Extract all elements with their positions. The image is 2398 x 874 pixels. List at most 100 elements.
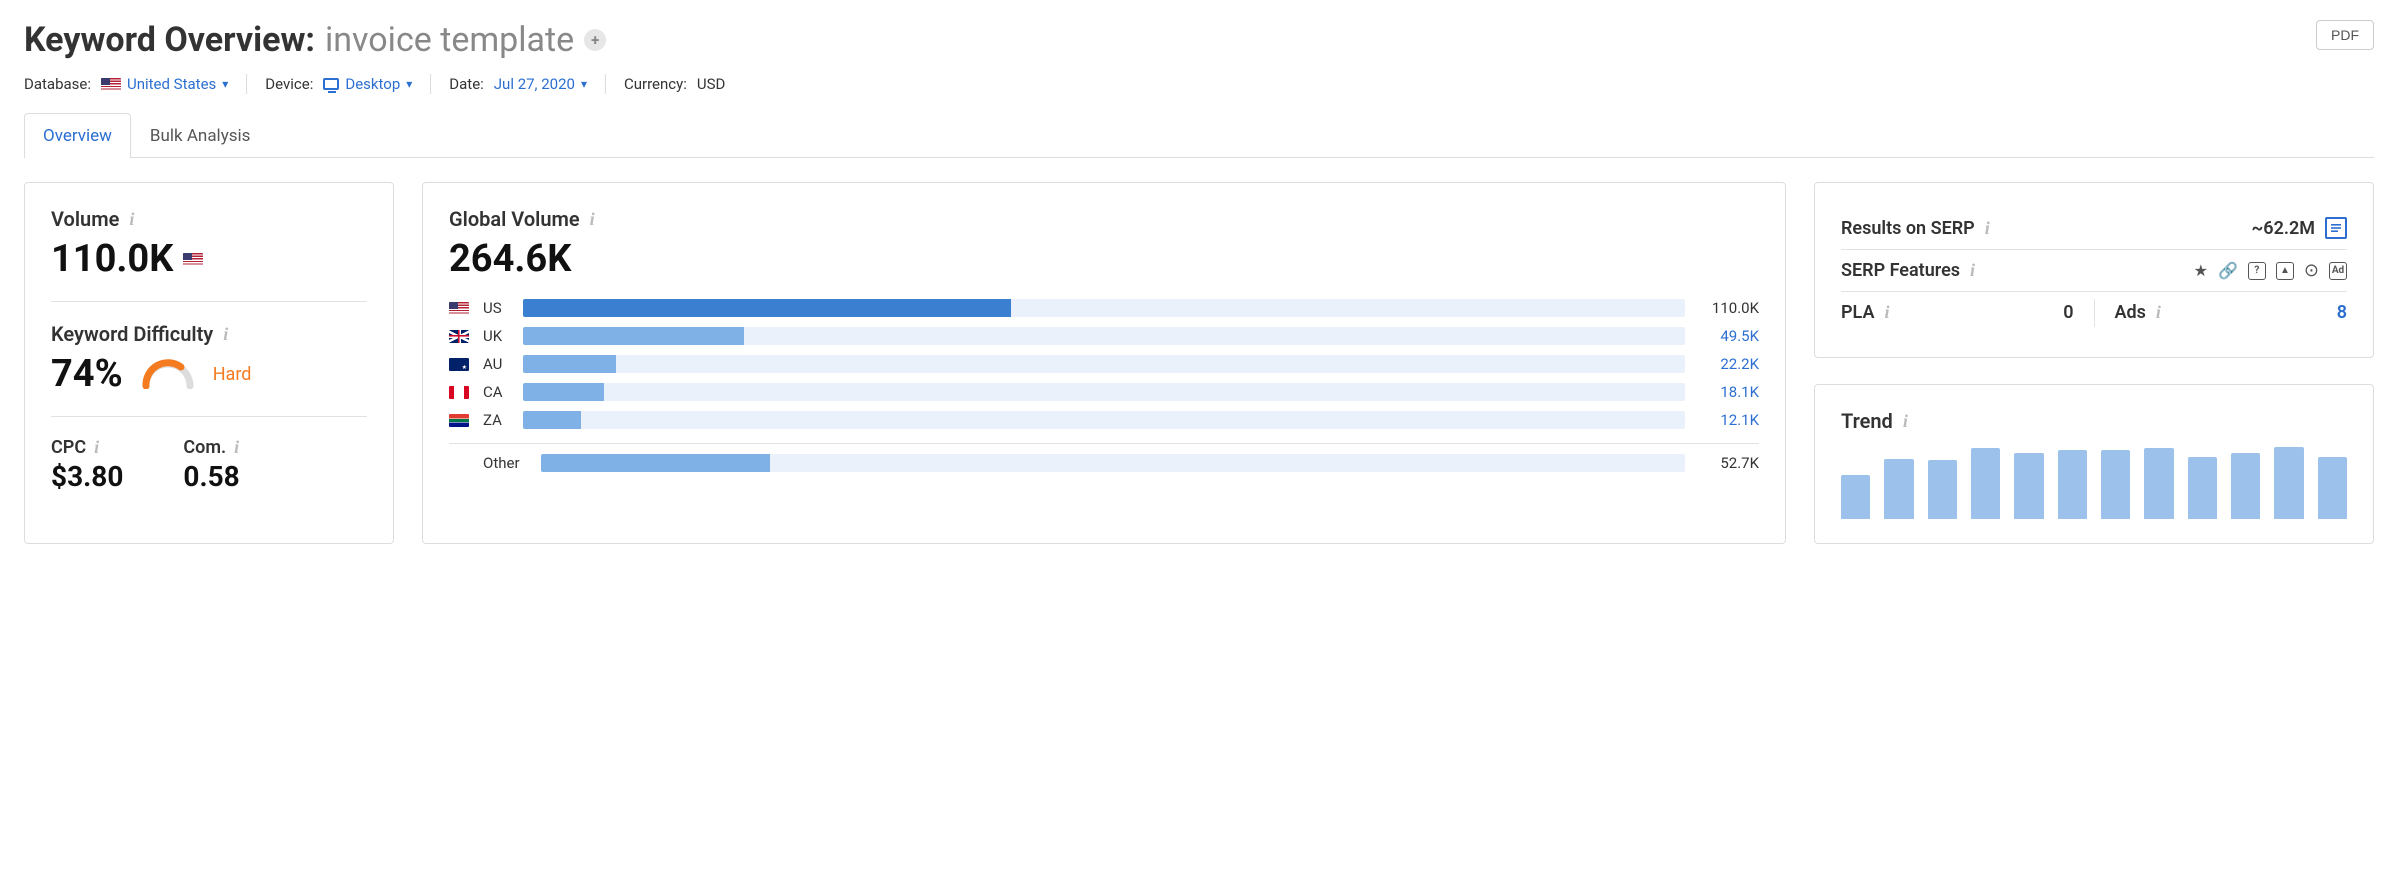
info-icon[interactable]: i	[590, 209, 595, 230]
results-on-serp-value: ~62.2M	[2251, 218, 2315, 239]
ad-icon[interactable]: Ad	[2329, 262, 2347, 280]
global-volume-other-value: 52.7K	[1699, 454, 1759, 472]
info-icon[interactable]: i	[234, 437, 239, 458]
au-flag-icon	[449, 358, 469, 371]
info-icon[interactable]: i	[2156, 302, 2161, 323]
trend-bar	[2101, 450, 2130, 519]
trend-bar	[1928, 460, 1957, 519]
trend-bar	[2144, 448, 2173, 519]
keyword-difficulty-label: Hard	[213, 364, 252, 385]
trend-bar	[1971, 448, 2000, 519]
date-label: Date:	[449, 75, 484, 93]
star-icon[interactable]: ★	[2194, 261, 2208, 280]
trend-chart	[1841, 447, 2347, 519]
volume-card: Volume i 110.0K Keyword Difficulty i 74%…	[24, 182, 394, 544]
keyword-difficulty-title: Keyword Difficulty	[51, 322, 213, 346]
image-icon[interactable]: ▲	[2276, 262, 2294, 280]
country-code: ZA	[483, 411, 509, 429]
chevron-down-icon: ▾	[581, 77, 587, 91]
global-volume-row[interactable]: UK 49.5K	[449, 327, 1759, 345]
us-flag-icon	[183, 253, 203, 266]
pla-value: 0	[2063, 302, 2073, 323]
info-icon[interactable]: i	[1985, 218, 1990, 239]
trend-bar	[2274, 447, 2303, 519]
cpc-value: $3.80	[51, 460, 123, 493]
us-flag-icon	[101, 78, 121, 91]
global-volume-card: Global Volume i 264.6K US 110.0K UK 49.5K AU…	[422, 182, 1786, 544]
video-icon[interactable]: ⊙	[2304, 260, 2319, 281]
results-on-serp-label: Results on SERP	[1841, 218, 1975, 239]
info-icon[interactable]: i	[1884, 302, 1889, 323]
country-volume-value: 49.5K	[1699, 327, 1759, 345]
serp-snapshot-icon[interactable]	[2325, 217, 2347, 239]
ads-value[interactable]: 8	[2337, 302, 2347, 323]
ca-flag-icon	[449, 386, 469, 399]
currency-label: Currency:	[624, 75, 687, 93]
device-selector[interactable]: Desktop ▾	[323, 75, 412, 93]
tab-bar: Overview Bulk Analysis	[24, 112, 2374, 158]
gauge-icon	[141, 359, 195, 389]
pla-label: PLA	[1841, 302, 1874, 323]
date-selector[interactable]: Jul 27, 2020 ▾	[494, 75, 587, 93]
trend-bar	[1884, 459, 1913, 519]
tab-bulk-analysis[interactable]: Bulk Analysis	[131, 113, 270, 158]
global-volume-row[interactable]: US 110.0K	[449, 299, 1759, 317]
country-volume-value: 110.0K	[1699, 299, 1759, 317]
question-icon[interactable]: ?	[2248, 262, 2266, 280]
volume-title: Volume	[51, 207, 119, 231]
trend-bar	[2188, 457, 2217, 519]
info-icon[interactable]: i	[223, 324, 228, 345]
global-volume-row[interactable]: AU 22.2K	[449, 355, 1759, 373]
device-label: Device:	[265, 75, 313, 93]
page-title-prefix: Keyword Overview:	[24, 20, 315, 60]
country-volume-value: 22.2K	[1699, 355, 1759, 373]
info-icon[interactable]: i	[1903, 411, 1908, 432]
global-volume-title: Global Volume	[449, 207, 580, 231]
country-code: UK	[483, 327, 509, 345]
filter-bar: Database: United States ▾ Device: Deskto…	[24, 74, 725, 94]
trend-bar	[2014, 453, 2043, 519]
serp-features-label: SERP Features	[1841, 260, 1960, 281]
trend-bar	[2231, 453, 2260, 519]
info-icon[interactable]: i	[1970, 260, 1975, 281]
global-volume-bar	[523, 411, 1685, 429]
chevron-down-icon: ▾	[222, 77, 228, 91]
info-icon[interactable]: i	[129, 209, 134, 230]
database-selector[interactable]: United States ▾	[101, 75, 228, 93]
global-volume-bar	[523, 383, 1685, 401]
global-volume-other-label: Other	[483, 454, 527, 472]
cpc-title: CPC	[51, 437, 86, 458]
desktop-icon	[323, 78, 339, 90]
com-title: Com.	[183, 437, 226, 458]
global-volume-value: 264.6K	[449, 237, 571, 281]
global-volume-row[interactable]: CA 18.1K	[449, 383, 1759, 401]
pdf-export-button[interactable]: PDF	[2316, 20, 2374, 50]
global-volume-bar	[523, 355, 1685, 373]
ads-label: Ads	[2115, 302, 2146, 323]
link-icon[interactable]: 🔗	[2218, 261, 2238, 280]
trend-bar	[1841, 475, 1870, 519]
chevron-down-icon: ▾	[406, 77, 412, 91]
trend-title: Trend	[1841, 409, 1893, 433]
info-icon[interactable]: i	[94, 437, 99, 458]
page-title-keyword: invoice template	[325, 20, 574, 60]
country-code: AU	[483, 355, 509, 373]
add-keyword-button[interactable]: +	[584, 29, 606, 51]
za-flag-icon	[449, 414, 469, 427]
trend-bar	[2058, 450, 2087, 519]
trend-card: Trend i	[1814, 384, 2374, 544]
us-flag-icon	[449, 302, 469, 315]
uk-flag-icon	[449, 330, 469, 343]
country-code: US	[483, 299, 509, 317]
country-volume-value: 18.1K	[1699, 383, 1759, 401]
tab-overview[interactable]: Overview	[24, 113, 131, 158]
global-volume-bar	[523, 327, 1685, 345]
com-value: 0.58	[183, 460, 239, 493]
global-volume-bar	[523, 299, 1685, 317]
volume-value: 110.0K	[51, 237, 173, 281]
serp-card: Results on SERP i ~62.2M SERP Features i	[1814, 182, 2374, 358]
trend-bar	[2318, 457, 2347, 519]
global-volume-row[interactable]: ZA12.1K	[449, 411, 1759, 429]
keyword-difficulty-value: 74%	[51, 352, 123, 396]
country-code: CA	[483, 383, 509, 401]
